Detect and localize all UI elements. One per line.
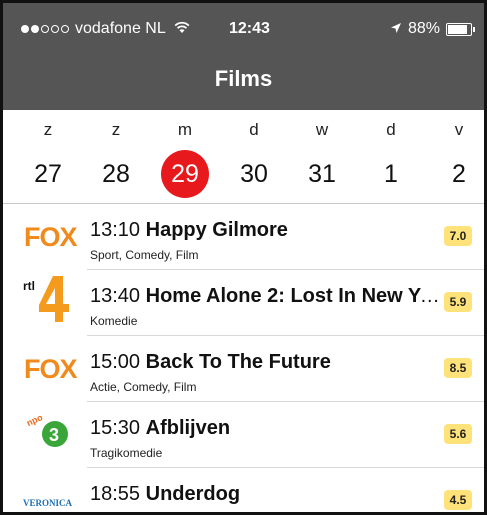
- day-31[interactable]: w 31: [292, 110, 352, 198]
- carrier-name: vodafone NL: [75, 20, 166, 37]
- status-right: 88%: [390, 20, 475, 38]
- svg-text:rtl: rtl: [23, 279, 35, 293]
- svg-text:FOX: FOX: [24, 354, 77, 384]
- day-2[interactable]: v2: [429, 110, 484, 198]
- battery-fill: [448, 24, 468, 34]
- listing-row[interactable]: npo 3 15:30 Afblijven Tragikomedie 5.6: [3, 402, 484, 468]
- page-title: Films: [214, 66, 273, 91]
- svg-text:npo: npo: [25, 412, 45, 428]
- channel-logo-icon: FOX: [23, 348, 79, 388]
- day-number-selected: 29: [161, 150, 209, 198]
- day-number: 1: [384, 160, 398, 188]
- rating-badge: 7.0: [444, 226, 472, 246]
- listing-genre: Komedie: [90, 314, 138, 328]
- day-letter: d: [249, 120, 259, 139]
- signal-dot-icon: [21, 25, 29, 33]
- battery-icon: [446, 22, 475, 36]
- listing-time: 13:10: [90, 219, 141, 241]
- rating-badge: 5.9: [444, 292, 472, 312]
- status-left: vodafone NL: [21, 20, 190, 38]
- day-number: 31: [308, 160, 336, 188]
- listing-title-line: 13:40 Home Alone 2: Lost In New York: [90, 285, 440, 308]
- day-28[interactable]: z 28: [86, 110, 146, 198]
- svg-text:3: 3: [49, 425, 59, 445]
- phone-screen: vodafone NL 12:43 88% Films z 27 z 28 m …: [0, 0, 487, 515]
- listing-row[interactable]: rtl 13:40 Home Alone 2: Lost In New York K…: [3, 270, 484, 336]
- day-letter: z: [111, 120, 121, 139]
- status-time: 12:43: [229, 20, 270, 37]
- rating-badge: 4.5: [444, 490, 472, 510]
- channel-logo-icon: rtl: [23, 274, 79, 322]
- signal-dot-icon: [31, 25, 39, 33]
- signal-dot-icon: [61, 25, 69, 33]
- listing-title: Home Alone 2: Lost In New York: [145, 285, 440, 307]
- day-number: 2: [452, 160, 466, 188]
- day-letter: v: [454, 120, 464, 139]
- listing-title-line: 13:10 Happy Gilmore: [90, 219, 440, 242]
- listing-title: Afblijven: [145, 417, 231, 439]
- channel-logo-icon: npo 3: [23, 412, 79, 452]
- listing-time: 15:30: [90, 417, 141, 439]
- listing-row[interactable]: FOX 15:00 Back To The Future Actie, Comedy…: [3, 336, 484, 402]
- location-arrow-icon: [390, 21, 402, 37]
- svg-text:FOX: FOX: [24, 222, 77, 252]
- listing-row[interactable]: FOX 13:10 Happy Gilmore Sport, Comedy, Fil…: [3, 204, 484, 270]
- day-1[interactable]: d1: [361, 110, 421, 198]
- signal-dot-icon: [41, 25, 49, 33]
- day-letter: m: [177, 120, 193, 139]
- navigation-bar: Films: [3, 53, 484, 110]
- listing-genre: Tragikomedie: [90, 446, 163, 460]
- day-letter: w: [315, 120, 329, 139]
- day-number: 28: [102, 160, 130, 188]
- week-day-selector: z 27 z 28 m 29 d 30 w 31 d 1 v 2: [3, 110, 484, 204]
- wifi-icon: [174, 21, 190, 38]
- day-30[interactable]: d 30: [224, 110, 284, 198]
- listing-row[interactable]: VERONICA18:55 UnderdogActie, komedie4.5: [3, 468, 484, 512]
- signal-dot-icon: [51, 25, 59, 33]
- listing-time: 13:40: [90, 285, 141, 307]
- listing-title: Underdog: [145, 483, 241, 505]
- battery-percentage: 88%: [407, 20, 440, 37]
- listing-time: 15:00: [90, 351, 141, 373]
- day-letter: z: [43, 120, 53, 139]
- status-bar: vodafone NL 12:43 88%: [3, 3, 484, 53]
- listing-title-line: 18:55 Underdog: [90, 483, 440, 506]
- listing-time: 18:55: [90, 483, 141, 505]
- day-29[interactable]: m 29: [155, 110, 215, 198]
- listing-genre: Actie, Comedy, Film: [90, 380, 197, 394]
- day-27[interactable]: z 27: [18, 110, 78, 198]
- listing-title-line: 15:30 Afblijven: [90, 417, 440, 440]
- svg-text:VERONICA: VERONICA: [23, 498, 73, 508]
- listing-genre: Sport, Comedy, Film: [90, 248, 199, 262]
- day-number: 27: [34, 160, 62, 188]
- listing-title: Back To The Future: [145, 351, 331, 373]
- channel-logo-icon: FOX: [23, 216, 79, 256]
- battery-tip: [473, 26, 475, 32]
- rating-badge: 8.5: [444, 358, 472, 378]
- listing-title-line: 15:00 Back To The Future: [90, 351, 440, 374]
- rating-badge: 5.6: [444, 424, 472, 444]
- listing-title: Happy Gilmore: [145, 219, 288, 241]
- channel-logo-icon: VERONICA: [23, 480, 79, 512]
- day-letter: d: [386, 120, 396, 139]
- day-number: 30: [240, 160, 268, 188]
